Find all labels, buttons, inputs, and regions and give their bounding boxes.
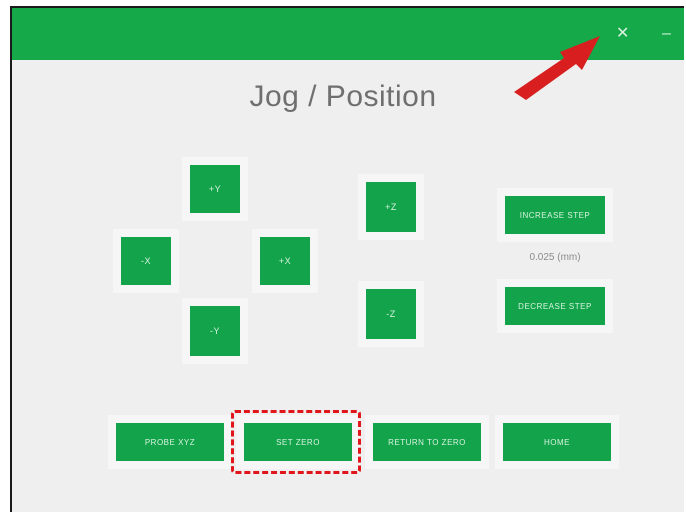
jog-z-down-button[interactable]: -Z: [366, 289, 416, 339]
decrease-step-button[interactable]: DECREASE STEP: [505, 287, 605, 325]
jog-up-button[interactable]: +Y: [190, 165, 240, 213]
jog-z-up-button[interactable]: +Z: [366, 182, 416, 232]
jog-down-button[interactable]: -Y: [190, 306, 240, 356]
pointer-arrow-icon: [514, 36, 600, 100]
jog-left-button[interactable]: -X: [121, 237, 171, 285]
jog-right-button[interactable]: +X: [260, 237, 310, 285]
close-icon[interactable]: ✕: [616, 24, 629, 44]
step-size-readout: 0.025 (mm): [529, 252, 581, 263]
return-to-zero-button[interactable]: RETURN TO ZERO: [373, 423, 481, 461]
increase-step-button[interactable]: INCREASE STEP: [505, 196, 605, 234]
probe-xyz-button[interactable]: PROBE XYZ: [116, 423, 224, 461]
home-button[interactable]: HOME: [503, 423, 611, 461]
highlight-box: [231, 410, 361, 474]
minimize-icon[interactable]: –: [662, 24, 671, 44]
